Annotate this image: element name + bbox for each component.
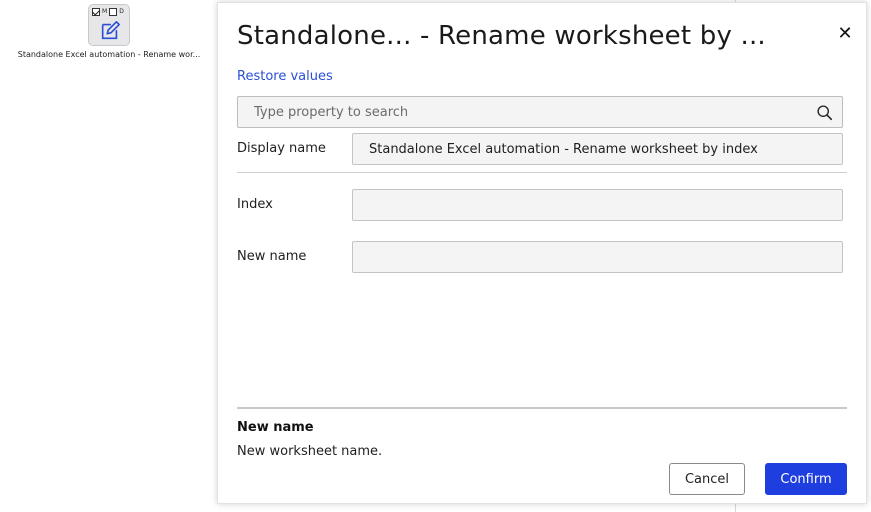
confirm-button[interactable]: Confirm: [765, 463, 847, 495]
display-name-label: Display name: [237, 141, 326, 156]
node-flags: M D: [92, 8, 124, 16]
node-tile[interactable]: M D: [88, 4, 130, 46]
new-name-label: New name: [237, 249, 307, 264]
flag-d-checkbox[interactable]: [109, 8, 118, 16]
help-text: New worksheet name.: [237, 444, 383, 459]
display-name-field[interactable]: [352, 133, 843, 165]
new-name-field[interactable]: [352, 241, 843, 273]
flag-m-checkbox[interactable]: [92, 8, 100, 16]
property-search: [237, 96, 843, 128]
cancel-button[interactable]: Cancel: [669, 463, 745, 495]
edit-icon: [101, 21, 120, 40]
workflow-canvas: M D Standalone Excel automation - Rename…: [0, 0, 871, 512]
help-divider: [237, 407, 847, 409]
search-input[interactable]: [238, 97, 808, 127]
restore-values-link[interactable]: Restore values: [237, 69, 333, 84]
index-label: Index: [237, 197, 273, 212]
panel-title: Standalone... - Rename worksheet by ...: [237, 21, 766, 51]
flag-m-label: M: [102, 8, 108, 15]
index-field[interactable]: [352, 189, 843, 221]
node-label: Standalone Excel automation - Rename wor…: [17, 50, 201, 59]
help-title: New name: [237, 420, 314, 435]
properties-panel: Standalone... - Rename worksheet by ... …: [217, 2, 867, 504]
section-divider: [237, 172, 847, 173]
search-icon[interactable]: [816, 104, 833, 121]
close-button[interactable]: ✕: [836, 25, 854, 43]
flag-d-label: D: [119, 8, 124, 15]
